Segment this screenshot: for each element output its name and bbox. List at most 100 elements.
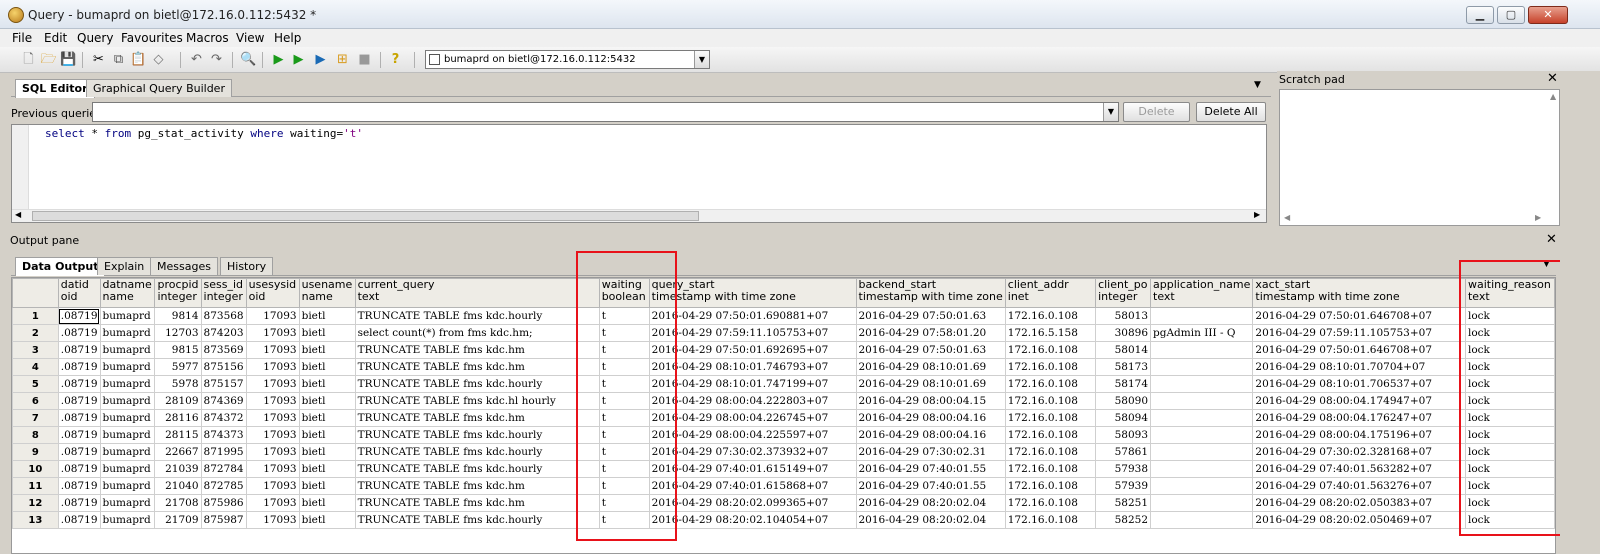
- cell-client-po[interactable]: 58173: [1095, 358, 1152, 376]
- cell-xact-start[interactable]: 2016-04-29 08:00:04.176247+07: [1252, 409, 1466, 427]
- scroll-left-icon[interactable]: ◀: [1284, 213, 1290, 222]
- dropdown-arrow-icon[interactable]: ▼: [1254, 80, 1261, 90]
- menu-edit[interactable]: Edit: [44, 31, 67, 45]
- cell-client-po[interactable]: 58014: [1095, 341, 1152, 359]
- cell-procpid[interactable]: 21709: [154, 511, 202, 529]
- cell-client-po[interactable]: 57939: [1095, 477, 1152, 495]
- cell-xact-start[interactable]: 2016-04-29 08:20:02.050383+07: [1252, 494, 1466, 512]
- cell-waiting-reason[interactable]: lock: [1464, 392, 1555, 410]
- cell-backend-start[interactable]: 2016-04-29 07:40:01.55: [855, 477, 1006, 495]
- cell-waiting-reason[interactable]: lock: [1464, 426, 1555, 444]
- cell-usename[interactable]: bietl: [298, 460, 356, 478]
- cell-sess-id[interactable]: 874369: [200, 392, 247, 410]
- cell-client-addr[interactable]: 172.16.5.158: [1004, 324, 1097, 342]
- cell-application-name[interactable]: [1150, 307, 1254, 325]
- cell-datname[interactable]: bumaprd: [99, 341, 156, 359]
- cell-query-start[interactable]: 2016-04-29 07:50:01.692695+07: [648, 341, 857, 359]
- cell-datname[interactable]: bumaprd: [99, 375, 156, 393]
- scroll-up-icon[interactable]: ▲: [1550, 92, 1556, 101]
- close-icon[interactable]: ✕: [1547, 71, 1558, 86]
- execute-pgscript-icon[interactable]: ▶: [290, 51, 307, 68]
- cell-procpid[interactable]: 5977: [154, 358, 202, 376]
- cell-sess-id[interactable]: 874203: [200, 324, 247, 342]
- column-header-datname[interactable]: datname name: [99, 278, 156, 308]
- cell-client-addr[interactable]: 172.16.0.108: [1004, 307, 1097, 325]
- cell-current-query[interactable]: TRUNCATE TABLE fms kdc.hourly: [354, 307, 600, 325]
- cell-backend-start[interactable]: 2016-04-29 07:30:02.31: [855, 443, 1006, 461]
- cell-sess-id[interactable]: 874373: [200, 426, 247, 444]
- cell-application-name[interactable]: [1150, 443, 1254, 461]
- cell-procpid[interactable]: 21040: [154, 477, 202, 495]
- cell-procpid[interactable]: 5978: [154, 375, 202, 393]
- cell-xact-start[interactable]: 2016-04-29 08:10:01.706537+07: [1252, 375, 1466, 393]
- cell-usename[interactable]: bietl: [298, 392, 356, 410]
- scroll-left-icon[interactable]: ◀: [15, 210, 21, 219]
- cell-application-name[interactable]: pgAdmin III - Q: [1150, 324, 1254, 342]
- cell-application-name[interactable]: [1150, 460, 1254, 478]
- delete-all-button[interactable]: Delete All: [1196, 102, 1266, 122]
- cell-application-name[interactable]: [1150, 375, 1254, 393]
- cell-xact-start[interactable]: 2016-04-29 07:30:02.328168+07: [1252, 443, 1466, 461]
- connection-checkbox[interactable]: [429, 54, 440, 65]
- cell-procpid[interactable]: 28116: [154, 409, 202, 427]
- column-header-xact-start[interactable]: xact_start timestamp with time zone: [1252, 278, 1466, 308]
- cell-usesysid[interactable]: 17093: [245, 477, 300, 495]
- menu-view[interactable]: View: [236, 31, 264, 45]
- cell-current-query[interactable]: TRUNCATE TABLE fms kdc.hourly: [354, 375, 600, 393]
- column-header-application-name[interactable]: application_name text: [1150, 278, 1254, 308]
- cell-waiting-reason[interactable]: lock: [1464, 511, 1555, 529]
- cell-datid[interactable]: .08719: [57, 477, 101, 495]
- cell-client-addr[interactable]: 172.16.0.108: [1004, 426, 1097, 444]
- cell-waiting[interactable]: t: [598, 443, 650, 461]
- column-header-backend-start[interactable]: backend_start timestamp with time zone: [855, 278, 1006, 308]
- editor-horizontal-scrollbar[interactable]: ◀ ▶: [12, 209, 1266, 222]
- cell-usesysid[interactable]: 17093: [245, 375, 300, 393]
- cell-waiting-reason[interactable]: lock: [1464, 460, 1555, 478]
- help-icon[interactable]: ?: [387, 51, 404, 68]
- cell-usename[interactable]: bietl: [298, 443, 356, 461]
- cell-waiting[interactable]: t: [598, 375, 650, 393]
- cell-usesysid[interactable]: 17093: [245, 460, 300, 478]
- chevron-down-icon[interactable]: ▼: [694, 51, 709, 68]
- cell-client-po[interactable]: 30896: [1095, 324, 1152, 342]
- cell-sess-id[interactable]: 875157: [200, 375, 247, 393]
- cell-backend-start[interactable]: 2016-04-29 08:00:04.16: [855, 426, 1006, 444]
- cell-current-query[interactable]: TRUNCATE TABLE fms kdc.hm: [354, 341, 600, 359]
- cell-datid[interactable]: .08719: [57, 426, 101, 444]
- cell-application-name[interactable]: [1150, 409, 1254, 427]
- cell-usename[interactable]: bietl: [298, 358, 356, 376]
- cell-usesysid[interactable]: 17093: [245, 341, 300, 359]
- cell-usesysid[interactable]: 17093: [245, 494, 300, 512]
- cell-usesysid[interactable]: 17093: [245, 443, 300, 461]
- column-header-sess-id[interactable]: sess_id integer: [200, 278, 247, 308]
- cell-datname[interactable]: bumaprd: [99, 477, 156, 495]
- cell-datid[interactable]: .08719: [57, 392, 101, 410]
- tab-graphical-query-builder[interactable]: Graphical Query Builder: [86, 79, 232, 97]
- cell-datid[interactable]: .08719: [57, 341, 101, 359]
- cell-xact-start[interactable]: 2016-04-29 08:10:01.70704+07: [1252, 358, 1466, 376]
- cell-sess-id[interactable]: 875987: [200, 511, 247, 529]
- connection-select[interactable]: bumaprd on bietl@172.16.0.112:5432 ▼: [425, 50, 710, 69]
- cell-usename[interactable]: bietl: [298, 494, 356, 512]
- cell-waiting[interactable]: t: [598, 460, 650, 478]
- cell-current-query[interactable]: TRUNCATE TABLE fms kdc.hourly: [354, 511, 600, 529]
- tab-history[interactable]: History: [220, 257, 274, 275]
- cell-waiting[interactable]: t: [598, 358, 650, 376]
- cell-sess-id[interactable]: 872784: [200, 460, 247, 478]
- cell-datname[interactable]: bumaprd: [99, 392, 156, 410]
- cell-query-start[interactable]: 2016-04-29 07:30:02.373932+07: [648, 443, 857, 461]
- menu-favourites[interactable]: Favourites: [121, 31, 183, 45]
- cell-query-start[interactable]: 2016-04-29 08:00:04.222803+07: [648, 392, 857, 410]
- minimize-button[interactable]: ▁: [1466, 6, 1494, 24]
- table-row[interactable]: 7.08719 bumaprd 28116 874372 17093 bietl TRUNC…: [12, 409, 1555, 427]
- cell-client-addr[interactable]: 172.16.0.108: [1004, 375, 1097, 393]
- menu-file[interactable]: File: [12, 31, 32, 45]
- cell-client-addr[interactable]: 172.16.0.108: [1004, 409, 1097, 427]
- cell-datname[interactable]: bumaprd: [99, 409, 156, 427]
- cell-datid[interactable]: .08719: [57, 511, 101, 529]
- tab-data-output[interactable]: Data Output: [15, 257, 106, 276]
- cell-backend-start[interactable]: 2016-04-29 08:20:02.04: [855, 511, 1006, 529]
- cell-query-start[interactable]: 2016-04-29 07:40:01.615868+07: [648, 477, 857, 495]
- open-folder-icon[interactable]: 🗁: [40, 51, 57, 68]
- cell-application-name[interactable]: [1150, 477, 1254, 495]
